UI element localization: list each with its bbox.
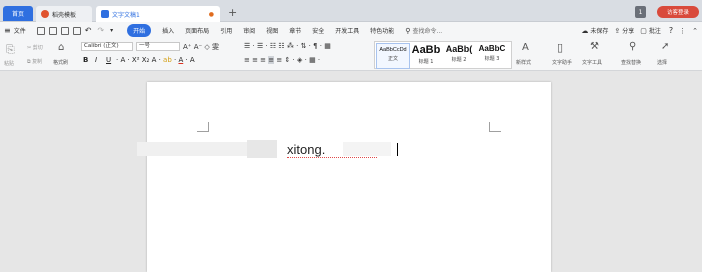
style-heading-2[interactable]: AaBb( 标题 2 <box>443 44 475 63</box>
margin-marker-left <box>197 122 209 132</box>
style-heading-2-name: 标题 2 <box>451 57 467 63</box>
menu-security[interactable]: 安全 <box>312 26 324 35</box>
font-name-value: Calibri (正文) <box>84 43 119 49</box>
share-icon: ⇪ <box>614 26 621 35</box>
menu-review[interactable]: 审阅 <box>243 26 255 35</box>
search-icon: ⚲ <box>405 26 411 35</box>
paste-icon[interactable]: ⎘ <box>6 43 15 57</box>
font-effects-icon[interactable]: · A · X² X₂ A · ab · A · A <box>116 56 195 64</box>
tab-home[interactable]: 首页 <box>3 6 33 21</box>
text-tools-icon[interactable]: ⚒ <box>590 41 599 52</box>
menu-home[interactable]: 开始 <box>127 24 152 37</box>
tab-close-icon[interactable]: ● <box>209 11 214 18</box>
quick-access-dropdown-icon[interactable]: ▾ <box>110 27 113 34</box>
redacted-text-right <box>343 142 391 156</box>
document-page[interactable]: xitong. <box>137 82 551 272</box>
list-buttons-icon[interactable]: ☰ · ☰ · ☷ ☷ ⁂ · ⇅ · ¶ · ▦ <box>244 42 331 50</box>
style-heading-1[interactable]: AaBb 标题 1 <box>410 44 442 65</box>
style-normal-name: 正文 <box>387 56 398 62</box>
undo-icon[interactable]: ↶ <box>85 26 92 35</box>
text-assistant-icon[interactable]: ▯ <box>557 41 563 54</box>
font-name-select[interactable]: Calibri (正文) <box>81 42 133 51</box>
find-replace-button[interactable]: 查找替换 <box>621 59 641 66</box>
menu-bar: ≡ 文件 ↶ ↷ ▾ 开始 插入 页面布局 引用 审阅 视图 章节 安全 开发工… <box>0 22 702 39</box>
italic-button[interactable]: I <box>95 56 97 64</box>
select-button[interactable]: 选择 <box>657 59 667 66</box>
cut-button[interactable]: ✂ 剪切 <box>27 44 43 51</box>
select-cursor-icon[interactable]: ➚ <box>661 41 669 52</box>
more-icon[interactable]: ⋮ <box>679 27 686 35</box>
text-cursor <box>397 143 398 156</box>
tab-document[interactable]: 文字文稿1 ● <box>96 6 220 22</box>
hamburger-icon[interactable]: ≡ <box>4 26 11 35</box>
tab-home-label: 首页 <box>11 11 24 18</box>
redacted-arrow <box>247 140 277 158</box>
tab-document-label: 文字文稿1 <box>112 11 140 19</box>
format-painter-icon[interactable]: ⌂ <box>58 42 64 53</box>
style-normal-sample: AaBbCcDd <box>379 47 407 53</box>
title-bar: 首页 稻壳模板 文字文稿1 ● + 1 访客登录 <box>0 0 702 22</box>
comment-icon: ▢ <box>640 26 647 35</box>
tab-count-badge[interactable]: 1 <box>635 6 646 18</box>
format-painter-button[interactable]: 格式刷 <box>53 59 68 66</box>
document-text[interactable]: xitong. <box>287 142 325 157</box>
style-heading-1-name: 标题 1 <box>418 59 434 65</box>
redo-icon[interactable]: ↷ <box>97 26 104 35</box>
find-replace-icon[interactable]: ⚲ <box>629 41 636 52</box>
new-style-button[interactable]: 新样式 <box>516 59 531 66</box>
text-assistant-button[interactable]: 文字助手 <box>552 59 572 66</box>
style-heading-3-sample: AaBbC <box>478 44 506 53</box>
collapse-ribbon-icon[interactable]: ⌃ <box>692 27 698 35</box>
menu-developer[interactable]: 开发工具 <box>335 26 359 35</box>
paste-button[interactable]: 粘贴 <box>4 60 14 67</box>
new-tab-button[interactable]: + <box>228 6 237 19</box>
menu-file[interactable]: 文件 <box>14 26 26 35</box>
ribbon-home: ⎘ 粘贴 ✂ 剪切 ⧉ 复制 ⌂ 格式刷 Calibri (正文) 一号 A⁺ … <box>0 39 702 71</box>
cut-label: 剪切 <box>32 45 43 51</box>
help-button[interactable]: ? <box>669 26 673 35</box>
export-icon[interactable] <box>72 26 81 35</box>
writer-doc-icon <box>101 10 109 18</box>
cloud-icon: ☁ <box>581 26 589 35</box>
save-icon[interactable] <box>36 26 45 35</box>
align-buttons-icon[interactable]: ≡ ≡ ≡ ≡ ≡ ⇕ · ◈ · ▦ · <box>244 56 320 64</box>
font-grow-icon[interactable]: A⁺ A⁻ ◇ 雯 <box>183 42 219 52</box>
docer-icon <box>41 10 49 18</box>
unsaved-status[interactable]: 未保存 <box>590 26 608 35</box>
tab-template[interactable]: 稻壳模板 <box>36 6 92 22</box>
style-heading-3[interactable]: AaBbC 标题 3 <box>476 44 508 62</box>
style-normal[interactable]: AaBbCcDd 正文 <box>376 43 410 69</box>
font-size-select[interactable]: 一号 <box>136 42 180 51</box>
margin-marker-right <box>489 122 501 132</box>
style-heading-3-name: 标题 3 <box>484 56 500 62</box>
print-preview-icon[interactable] <box>48 26 57 35</box>
login-button[interactable]: 访客登录 <box>657 6 699 18</box>
bold-button[interactable]: B <box>83 56 88 64</box>
spellcheck-underline <box>287 156 377 158</box>
copy-label: 复制 <box>32 59 43 65</box>
print-icon[interactable] <box>60 26 69 35</box>
menu-view[interactable]: 视图 <box>266 26 278 35</box>
font-size-value: 一号 <box>139 43 151 49</box>
menu-page-layout[interactable]: 页面布局 <box>185 26 209 35</box>
command-search[interactable]: 查找命令... <box>412 26 442 35</box>
style-heading-1-sample: AaBb <box>411 44 441 56</box>
comment-button[interactable]: 批注 <box>649 26 661 35</box>
style-gallery: AaBbCcDd 正文 AaBb 标题 1 AaBb( 标题 2 AaBbC 标… <box>374 41 512 69</box>
underline-button[interactable]: U <box>106 56 111 64</box>
menu-insert[interactable]: 插入 <box>162 26 174 35</box>
text-tools-button[interactable]: 文字工具 <box>582 59 602 66</box>
copy-button[interactable]: ⧉ 复制 <box>27 58 42 65</box>
share-button[interactable]: 分享 <box>622 26 634 35</box>
menu-references[interactable]: 引用 <box>220 26 232 35</box>
menu-section[interactable]: 章节 <box>289 26 301 35</box>
menu-special[interactable]: 特色功能 <box>370 26 394 35</box>
style-heading-2-sample: AaBb( <box>445 44 473 54</box>
new-style-icon[interactable]: A <box>522 42 529 53</box>
tab-template-label: 稻壳模板 <box>52 11 77 19</box>
